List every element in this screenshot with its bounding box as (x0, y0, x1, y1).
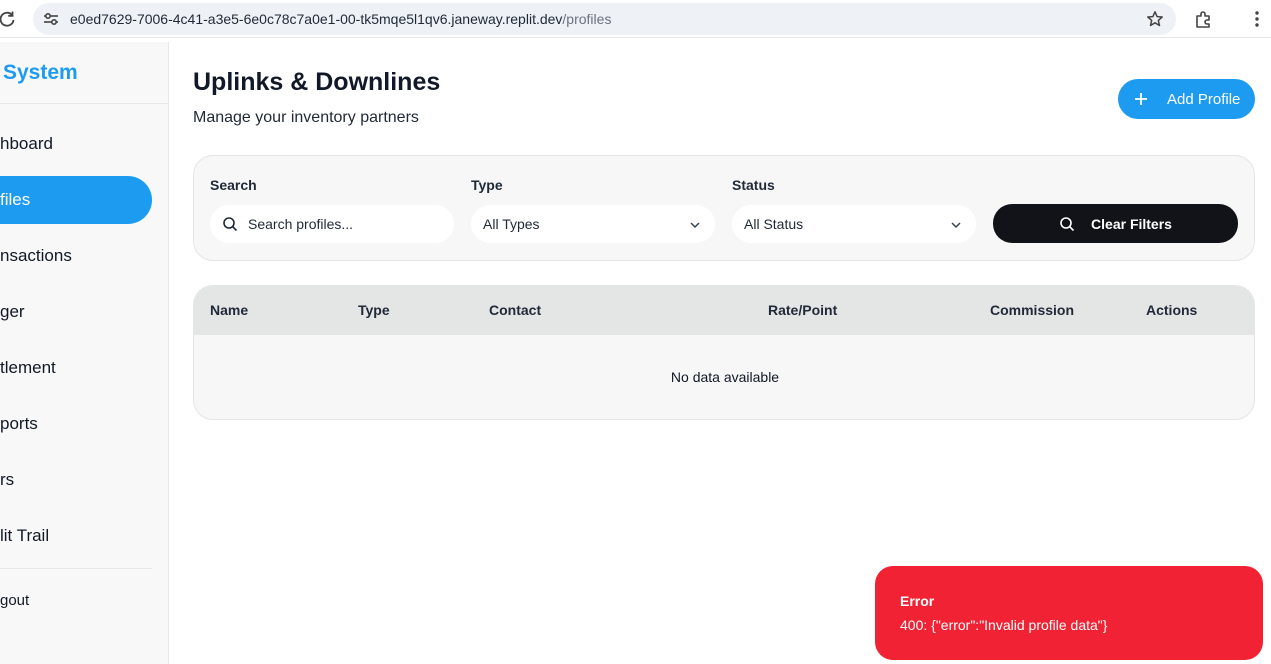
sidebar-item-profiles[interactable]: files (0, 176, 152, 224)
type-value: All Types (483, 216, 540, 232)
extensions-icon[interactable] (1194, 9, 1214, 29)
sidebar-item-label: files (0, 190, 31, 209)
error-toast[interactable]: Error 400: {"error":"Invalid profile dat… (875, 566, 1263, 660)
address-bar[interactable]: e0ed7629-7006-4c41-a3e5-6e0c78c7a0e1-00-… (33, 3, 1176, 35)
empty-state-message: No data available (670, 369, 780, 385)
star-icon[interactable] (1146, 10, 1164, 28)
profiles-table: Name Type Contact Rate/Point Commission … (193, 285, 1255, 420)
chevron-down-icon (950, 218, 962, 230)
browser-toolbar: e0ed7629-7006-4c41-a3e5-6e0c78c7a0e1-00-… (0, 0, 1271, 38)
sidebar-divider (0, 568, 152, 569)
type-select[interactable]: All Types (471, 205, 715, 243)
sidebar-item-label: nsactions (0, 246, 72, 265)
column-header-name[interactable]: Name (210, 302, 248, 318)
kebab-menu-icon[interactable] (1250, 10, 1264, 30)
url-path: /profiles (562, 11, 612, 27)
url-text: e0ed7629-7006-4c41-a3e5-6e0c78c7a0e1-00-… (70, 11, 611, 27)
page-title: Uplinks & Downlines (193, 68, 441, 96)
sidebar-item-label: rs (0, 470, 15, 489)
search-input[interactable]: Search profiles... (210, 205, 454, 243)
site-settings-icon[interactable] (43, 12, 59, 26)
search-placeholder: Search profiles... (248, 216, 354, 232)
clear-filters-button[interactable]: Clear Filters (993, 204, 1238, 243)
status-label: Status (732, 177, 775, 193)
sidebar-item-label: ger (0, 302, 25, 321)
add-profile-label: Add Profile (1167, 90, 1241, 108)
sidebar-item-label: ports (0, 414, 38, 433)
search-icon (1059, 216, 1075, 232)
filter-panel: Search Search profiles... Type All Types… (193, 155, 1255, 261)
reload-icon[interactable] (0, 10, 16, 28)
sidebar-item-reports[interactable]: ports (0, 400, 152, 448)
column-header-contact[interactable]: Contact (489, 302, 541, 318)
type-label: Type (471, 177, 503, 193)
sidebar-item-users[interactable]: rs (0, 456, 152, 504)
sidebar: System hboard files nsactions ger tlemen… (0, 42, 169, 664)
url-host: e0ed7629-7006-4c41-a3e5-6e0c78c7a0e1-00-… (70, 11, 563, 27)
status-select[interactable]: All Status (732, 205, 976, 243)
column-header-commission[interactable]: Commission (990, 302, 1074, 318)
plus-icon (1134, 92, 1148, 106)
sidebar-item-settlement[interactable]: tlement (0, 344, 152, 392)
sidebar-item-label: lit Trail (0, 526, 50, 545)
sidebar-item-dashboard[interactable]: hboard (0, 120, 152, 168)
table-header: Name Type Contact Rate/Point Commission … (194, 286, 1254, 335)
sidebar-divider (0, 103, 168, 104)
search-icon (222, 216, 238, 232)
column-header-type[interactable]: Type (358, 302, 390, 318)
status-value: All Status (744, 216, 804, 232)
sidebar-item-label: hboard (0, 134, 53, 153)
column-header-actions: Actions (1146, 302, 1198, 318)
search-label: Search (210, 177, 257, 193)
toast-title: Error (900, 593, 935, 609)
toast-message: 400: {"error":"Invalid profile data"} (900, 617, 1108, 633)
brand-title: System (3, 61, 78, 84)
sidebar-item-label: tlement (0, 358, 56, 377)
chevron-down-icon (689, 218, 701, 230)
sidebar-item-audit-trail[interactable]: lit Trail (0, 512, 152, 560)
add-profile-button[interactable]: Add Profile (1118, 79, 1255, 119)
page-subtitle: Manage your inventory partners (193, 109, 419, 126)
sidebar-item-ledger[interactable]: ger (0, 288, 152, 336)
sidebar-item-transactions[interactable]: nsactions (0, 232, 152, 280)
logout-button[interactable]: gout (0, 592, 29, 609)
column-header-rate-point[interactable]: Rate/Point (768, 302, 837, 318)
clear-filters-label: Clear Filters (1091, 215, 1172, 232)
